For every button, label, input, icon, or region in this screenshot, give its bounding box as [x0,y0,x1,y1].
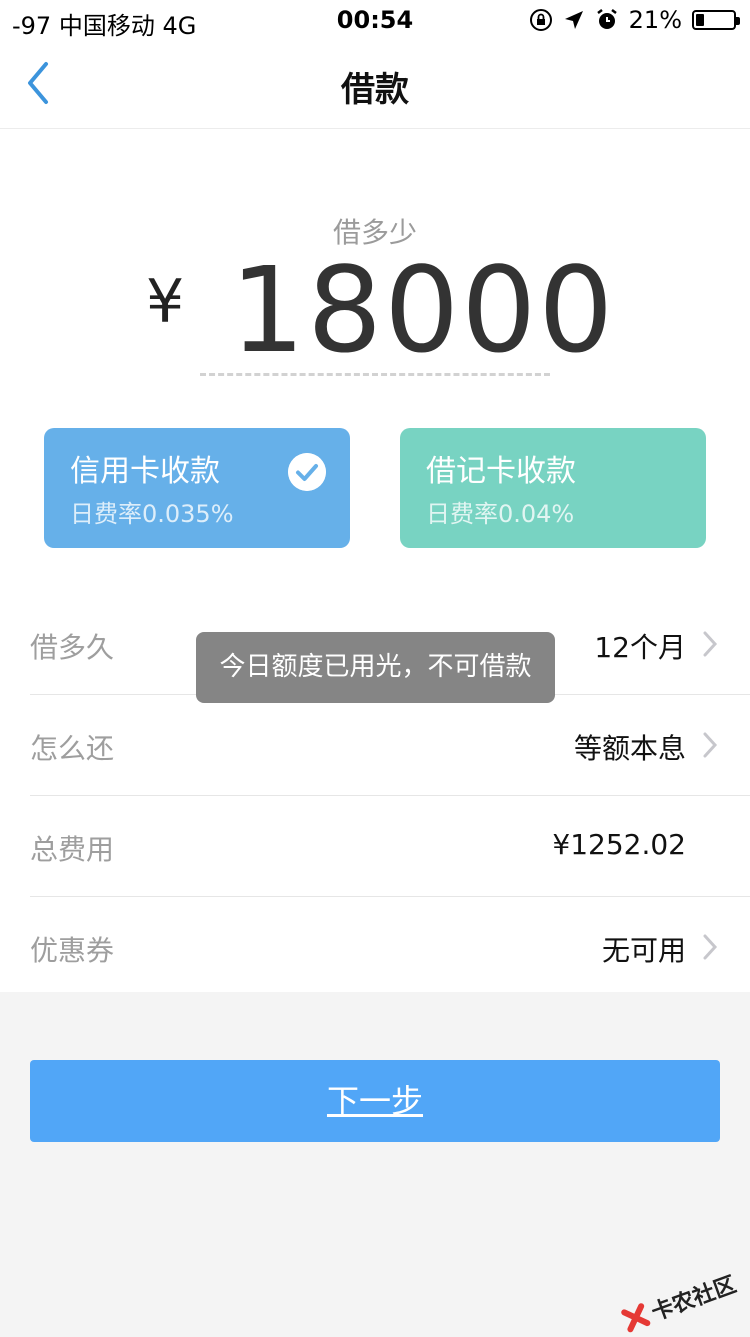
status-icons: 21% [529,6,740,34]
chevron-right-icon [703,631,718,657]
page-title: 借款 [341,70,409,110]
toast-message: 今日额度已用光，不可借款 [196,632,555,703]
amount-underline [200,373,550,376]
nav-bar: 借款 [0,40,750,129]
row-value: 等额本息 [573,732,686,765]
battery-level [696,14,704,26]
currency-symbol: ¥ [146,267,185,337]
amount-input[interactable]: 18000 [230,241,615,379]
row-value: 12个月 [594,631,686,664]
card-rate: 日费率0.04% [426,500,575,528]
debit-card-option[interactable]: 借记卡收款 日费率0.04% [400,428,706,548]
watermark: 卡农社区 [618,1267,740,1337]
check-icon [288,453,326,491]
chevron-right-icon [703,732,718,758]
row-repayment-method[interactable]: 怎么还 等额本息 [30,695,750,796]
status-bar: -97 中国移动 4G 00:54 21% [0,0,750,40]
chevron-right-icon [703,934,718,960]
next-step-button[interactable]: 下一步 [30,1060,720,1142]
watermark-text: 卡农社区 [648,1272,740,1327]
orientation-lock-icon [529,9,552,31]
row-total-fee: 总费用 ¥1252.02 [30,796,750,897]
row-label: 怎么还 [30,732,115,765]
row-label: 借多久 [30,631,115,664]
battery-icon [692,10,740,30]
battery-percent: 21% [628,6,682,34]
row-label: 总费用 [30,833,115,866]
card-name: 信用卡收款 [70,454,220,489]
card-name: 借记卡收款 [426,454,576,489]
credit-card-option[interactable]: 信用卡收款 日费率0.035% [44,428,350,548]
row-label: 优惠券 [30,934,115,967]
alarm-icon [596,9,617,29]
row-coupon[interactable]: 优惠券 无可用 [30,897,750,997]
location-arrow-icon [564,11,583,29]
card-rate: 日费率0.035% [70,500,234,528]
kanong-logo-icon [621,1303,651,1333]
row-value: 无可用 [601,934,686,967]
row-value: ¥1252.02 [552,828,686,861]
